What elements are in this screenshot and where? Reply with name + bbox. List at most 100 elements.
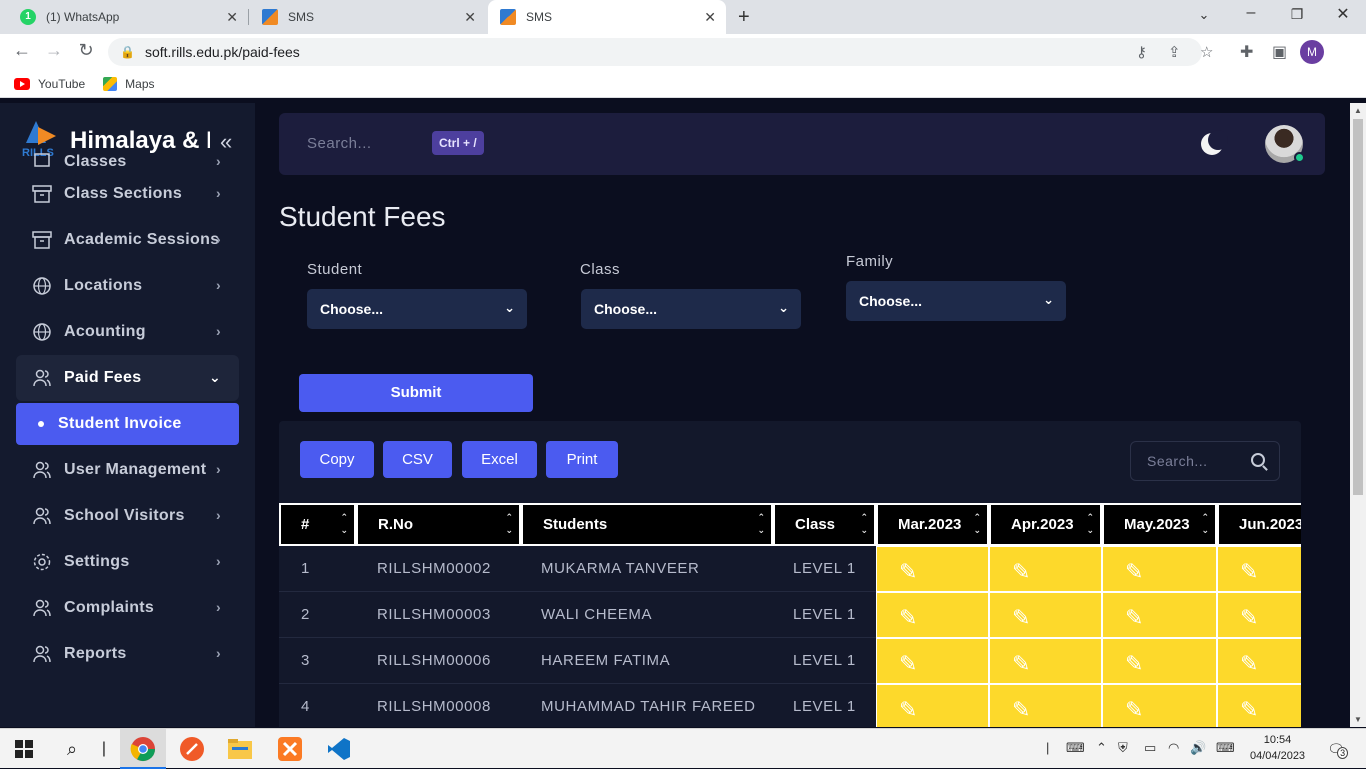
- copy-button[interactable]: Copy: [300, 441, 374, 478]
- fee-cell-apr[interactable]: ✎: [989, 638, 1102, 684]
- xampp-icon[interactable]: [276, 735, 304, 763]
- volume-icon[interactable]: 🔊: [1190, 740, 1206, 756]
- column-header-number[interactable]: # ⌃ ⌄: [279, 503, 356, 546]
- sidebar-item-label: Student Invoice: [58, 415, 182, 432]
- moon-icon[interactable]: [1201, 130, 1228, 155]
- column-header-apr-2023[interactable]: Apr.2023 ⌃ ⌄: [989, 503, 1102, 546]
- rills-logo-icon: [500, 9, 516, 25]
- fee-cell-may[interactable]: ✎: [1102, 592, 1217, 638]
- bookmark-youtube[interactable]: YouTube: [14, 77, 85, 91]
- global-search-input[interactable]: Search...: [307, 135, 372, 152]
- close-icon[interactable]: ✕: [226, 9, 238, 26]
- fee-cell-may[interactable]: ✎: [1102, 684, 1217, 727]
- windows-start-icon[interactable]: [10, 735, 38, 763]
- chevron-up-icon[interactable]: ⌃: [1096, 740, 1107, 756]
- fee-cell-mar[interactable]: ✎: [876, 684, 989, 727]
- sidebar-item-school-visitors[interactable]: School Visitors ›: [16, 493, 239, 539]
- fee-cell-apr[interactable]: ✎: [989, 684, 1102, 727]
- input-keyboard-icon[interactable]: ⌨: [1216, 740, 1235, 756]
- postman-icon[interactable]: [178, 735, 206, 763]
- close-window-button[interactable]: ✕: [1331, 4, 1355, 24]
- restore-button[interactable]: ❐: [1285, 6, 1309, 23]
- csv-button[interactable]: CSV: [383, 441, 452, 478]
- column-header-mar-2023[interactable]: Mar.2023 ⌃ ⌄: [876, 503, 989, 546]
- back-button[interactable]: ←: [10, 40, 34, 61]
- scroll-up-icon[interactable]: ▲: [1354, 106, 1362, 115]
- sidebar-item-paid-fees[interactable]: Paid Fees ⌄: [16, 355, 239, 401]
- page-scrollbar[interactable]: ▲ ▼: [1350, 103, 1366, 727]
- column-header-students[interactable]: Students ⌃ ⌄: [521, 503, 773, 546]
- battery-icon[interactable]: ▭: [1144, 740, 1156, 756]
- taskbar-clock[interactable]: 10:54 04/04/2023: [1250, 732, 1305, 764]
- sidebar-item-settings[interactable]: Settings ›: [16, 539, 239, 585]
- student-select[interactable]: Choose... ⌄: [307, 289, 527, 329]
- fee-cell-jun[interactable]: ✎: [1217, 638, 1301, 684]
- table-search-input[interactable]: Search...: [1130, 441, 1280, 481]
- sidebar-item-student-invoice[interactable]: Student Invoice: [16, 403, 239, 445]
- tab-whatsapp[interactable]: 1 (1) WhatsApp ✕: [8, 0, 248, 34]
- tab-search-icon[interactable]: ⌄: [1192, 7, 1216, 23]
- url-input[interactable]: 🔒 soft.rills.edu.pk/paid-fees: [108, 38, 1202, 66]
- scrollbar-thumb[interactable]: [1353, 119, 1363, 495]
- bookmark-star-icon[interactable]: ☆: [1200, 43, 1213, 61]
- wifi-icon[interactable]: ◠: [1168, 740, 1179, 756]
- sidebar-item-class-sections[interactable]: Class Sections ›: [16, 171, 239, 217]
- fee-cell-apr[interactable]: ✎: [989, 546, 1102, 592]
- column-header-rno[interactable]: R.No ⌃ ⌄: [356, 503, 521, 546]
- security-icon[interactable]: ⛨: [1118, 740, 1128, 756]
- column-header-jun-2023[interactable]: Jun.2023: [1217, 503, 1301, 546]
- file-explorer-icon[interactable]: [226, 735, 254, 763]
- bookmark-maps[interactable]: Maps: [103, 76, 155, 91]
- share-icon[interactable]: ⇪: [1168, 43, 1181, 61]
- class-filter-label: Class: [580, 261, 621, 278]
- close-icon[interactable]: ✕: [464, 9, 476, 26]
- fee-cell-jun[interactable]: ✎: [1217, 684, 1301, 727]
- print-button[interactable]: Print: [546, 441, 618, 478]
- column-header-class[interactable]: Class ⌃ ⌄: [773, 503, 876, 546]
- tab-sms-active[interactable]: SMS ✕: [488, 0, 726, 34]
- close-icon[interactable]: ✕: [704, 9, 716, 26]
- sidebar-item-user-management[interactable]: User Management ›: [16, 447, 239, 493]
- excel-button[interactable]: Excel: [462, 441, 537, 478]
- minimize-button[interactable]: –: [1239, 4, 1263, 22]
- search-icon[interactable]: ⌕: [58, 735, 86, 763]
- class-select[interactable]: Choose... ⌄: [581, 289, 801, 329]
- fee-cell-may[interactable]: ✎: [1102, 546, 1217, 592]
- fee-cell-jun[interactable]: ✎: [1217, 546, 1301, 592]
- users-icon: [32, 460, 52, 480]
- fee-cell-mar[interactable]: ✎: [876, 546, 989, 592]
- scroll-down-icon[interactable]: ▼: [1354, 715, 1362, 724]
- sidebar-item-locations[interactable]: Locations ›: [16, 263, 239, 309]
- pencil-icon: ✎: [899, 651, 918, 676]
- submit-button[interactable]: Submit: [299, 374, 533, 412]
- notifications-icon[interactable]: 🗨 3: [1322, 735, 1350, 763]
- sidebar-item-complaints[interactable]: Complaints ›: [16, 585, 239, 631]
- reload-button[interactable]: ↻: [74, 40, 98, 61]
- user-avatar[interactable]: [1265, 125, 1305, 163]
- row-number: 3: [301, 652, 310, 669]
- task-view-icon[interactable]: |: [90, 735, 118, 763]
- fee-cell-mar[interactable]: ✎: [876, 592, 989, 638]
- fee-cell-apr[interactable]: ✎: [989, 592, 1102, 638]
- chrome-icon[interactable]: [129, 735, 157, 763]
- fee-cell-may[interactable]: ✎: [1102, 638, 1217, 684]
- fee-cell-mar[interactable]: ✎: [876, 638, 989, 684]
- forward-button[interactable]: →: [42, 40, 66, 61]
- fee-cell-jun[interactable]: ✎: [1217, 592, 1301, 638]
- column-header-may-2023[interactable]: May.2023 ⌃ ⌄: [1102, 503, 1217, 546]
- tab-sms[interactable]: SMS ✕: [250, 0, 486, 34]
- sidebar-item-classes[interactable]: Classes ›: [16, 151, 239, 171]
- family-select[interactable]: Choose... ⌄: [846, 281, 1066, 321]
- side-panel-icon[interactable]: ▣: [1272, 42, 1287, 62]
- key-icon[interactable]: ⚷: [1136, 43, 1147, 61]
- bookmark-label: Maps: [125, 76, 155, 91]
- new-tab-button[interactable]: +: [738, 6, 750, 29]
- vscode-icon[interactable]: [325, 735, 353, 763]
- sidebar-item-acounting[interactable]: Acounting ›: [16, 309, 239, 355]
- column-label: May.2023: [1124, 516, 1190, 533]
- sidebar-item-reports[interactable]: Reports ›: [16, 631, 239, 677]
- extensions-icon[interactable]: ✚: [1240, 42, 1253, 62]
- keyboard-icon[interactable]: ⌨: [1066, 740, 1085, 756]
- profile-avatar[interactable]: M: [1300, 40, 1324, 64]
- sidebar-item-academic-sessions[interactable]: Academic Sessions ›: [16, 217, 239, 263]
